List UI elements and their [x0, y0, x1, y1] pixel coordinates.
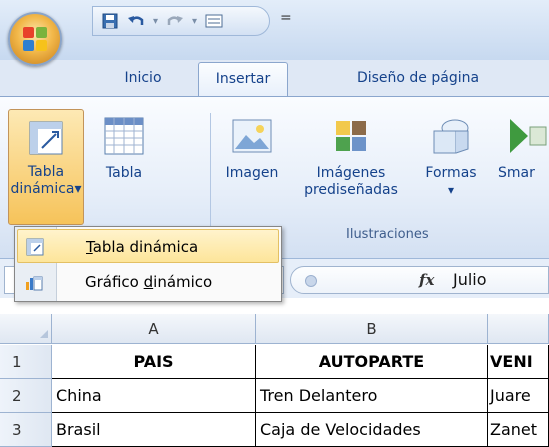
tabla-dinamica-menu: Tabla dinámica Gráfico dinámico	[14, 226, 282, 302]
imagenes-label-1: Imágenes	[316, 165, 386, 181]
customize-qat-icon[interactable]: =	[280, 10, 292, 26]
fx-icon[interactable]: fx	[419, 271, 434, 289]
group-label-ilustraciones: Ilustraciones	[346, 227, 429, 242]
picture-icon	[232, 119, 272, 153]
title-bar	[0, 0, 549, 60]
tabla-button[interactable]: Tabla	[92, 109, 156, 209]
save-icon[interactable]	[101, 12, 119, 30]
formas-button[interactable]: Formas ▾	[420, 109, 482, 219]
cell-c1[interactable]: VENI	[488, 345, 549, 379]
cell-a3[interactable]: Brasil	[52, 413, 256, 447]
formula-input-area[interactable]: fx Julio	[290, 266, 549, 294]
smartart-label: Smar	[498, 165, 535, 181]
menu-item-tabla-dinamica[interactable]: Tabla dinámica	[17, 229, 279, 263]
formula-expand-handle[interactable]	[305, 275, 317, 287]
row-header-2[interactable]: 2	[0, 379, 52, 413]
cell-a1[interactable]: PAIS	[52, 345, 256, 379]
cell-b1[interactable]: AUTOPARTE	[256, 345, 488, 379]
formas-label: Formas	[425, 165, 477, 181]
redo-icon[interactable]	[166, 12, 184, 30]
imagen-button[interactable]: Imagen	[218, 109, 286, 209]
column-header-c[interactable]	[488, 314, 549, 344]
tabla-dinamica-label-2: dinámica▾	[10, 181, 82, 197]
menu-item-grafico-dinamico[interactable]: Gráfico dinámico	[17, 265, 279, 299]
spreadsheet-grid: A B 1 PAIS AUTOPARTE VENI 2 China Tren D…	[0, 298, 549, 447]
column-header-a[interactable]: A	[52, 314, 256, 344]
table-icon	[104, 117, 144, 155]
select-all-corner[interactable]	[0, 314, 52, 344]
tab-diseno-pagina[interactable]: Diseño de página	[328, 62, 508, 96]
tabla-label: Tabla	[105, 165, 143, 181]
ribbon-tabs: Inicio Insertar Diseño de página	[0, 60, 549, 96]
cell-a2[interactable]: China	[52, 379, 256, 413]
chevron-down-icon: ▾	[74, 181, 82, 197]
pivot-table-large-icon	[29, 121, 63, 155]
tabla-dinamica-button[interactable]: Tabla dinámica▾	[8, 109, 84, 225]
undo-icon[interactable]	[127, 12, 145, 30]
imagenes-prediseñadas-button[interactable]: Imágenes prediseñadas	[296, 109, 406, 219]
clip-art-icon	[336, 121, 366, 151]
pivot-chart-icon	[26, 276, 43, 291]
tab-inicio[interactable]: Inicio	[104, 62, 182, 96]
redo-dropdown-icon[interactable]: ▾	[192, 16, 197, 27]
smartart-icon	[510, 119, 547, 153]
row-header-1[interactable]: 1	[0, 345, 52, 379]
office-logo-icon	[23, 27, 47, 51]
menu-item-label: Tabla dinámica	[86, 238, 199, 256]
undo-dropdown-icon[interactable]: ▾	[153, 16, 158, 27]
cell-c2[interactable]: Juare	[488, 379, 549, 413]
form-icon[interactable]	[205, 12, 223, 30]
pivot-table-icon	[26, 238, 44, 256]
cell-b2[interactable]: Tren Delantero	[256, 379, 488, 413]
tabla-dinamica-label-1: Tabla	[27, 164, 65, 180]
imagenes-label-2: prediseñadas	[304, 182, 398, 198]
shapes-icon	[433, 119, 469, 154]
imagen-label: Imagen	[225, 165, 279, 181]
chevron-down-icon: ▾	[447, 183, 455, 197]
tab-insertar[interactable]: Insertar	[198, 62, 288, 96]
smartart-button[interactable]: Smar	[496, 109, 549, 209]
cell-c3[interactable]: Zanet	[488, 413, 549, 447]
office-button[interactable]	[8, 12, 62, 66]
row-header-3[interactable]: 3	[0, 413, 52, 447]
cell-b3[interactable]: Caja de Velocidades	[256, 413, 488, 447]
quick-access-toolbar: ▾ ▾	[92, 6, 270, 36]
formula-value[interactable]: Julio	[453, 270, 487, 289]
menu-item-label: Gráfico dinámico	[85, 273, 213, 291]
column-header-b[interactable]: B	[256, 314, 488, 344]
